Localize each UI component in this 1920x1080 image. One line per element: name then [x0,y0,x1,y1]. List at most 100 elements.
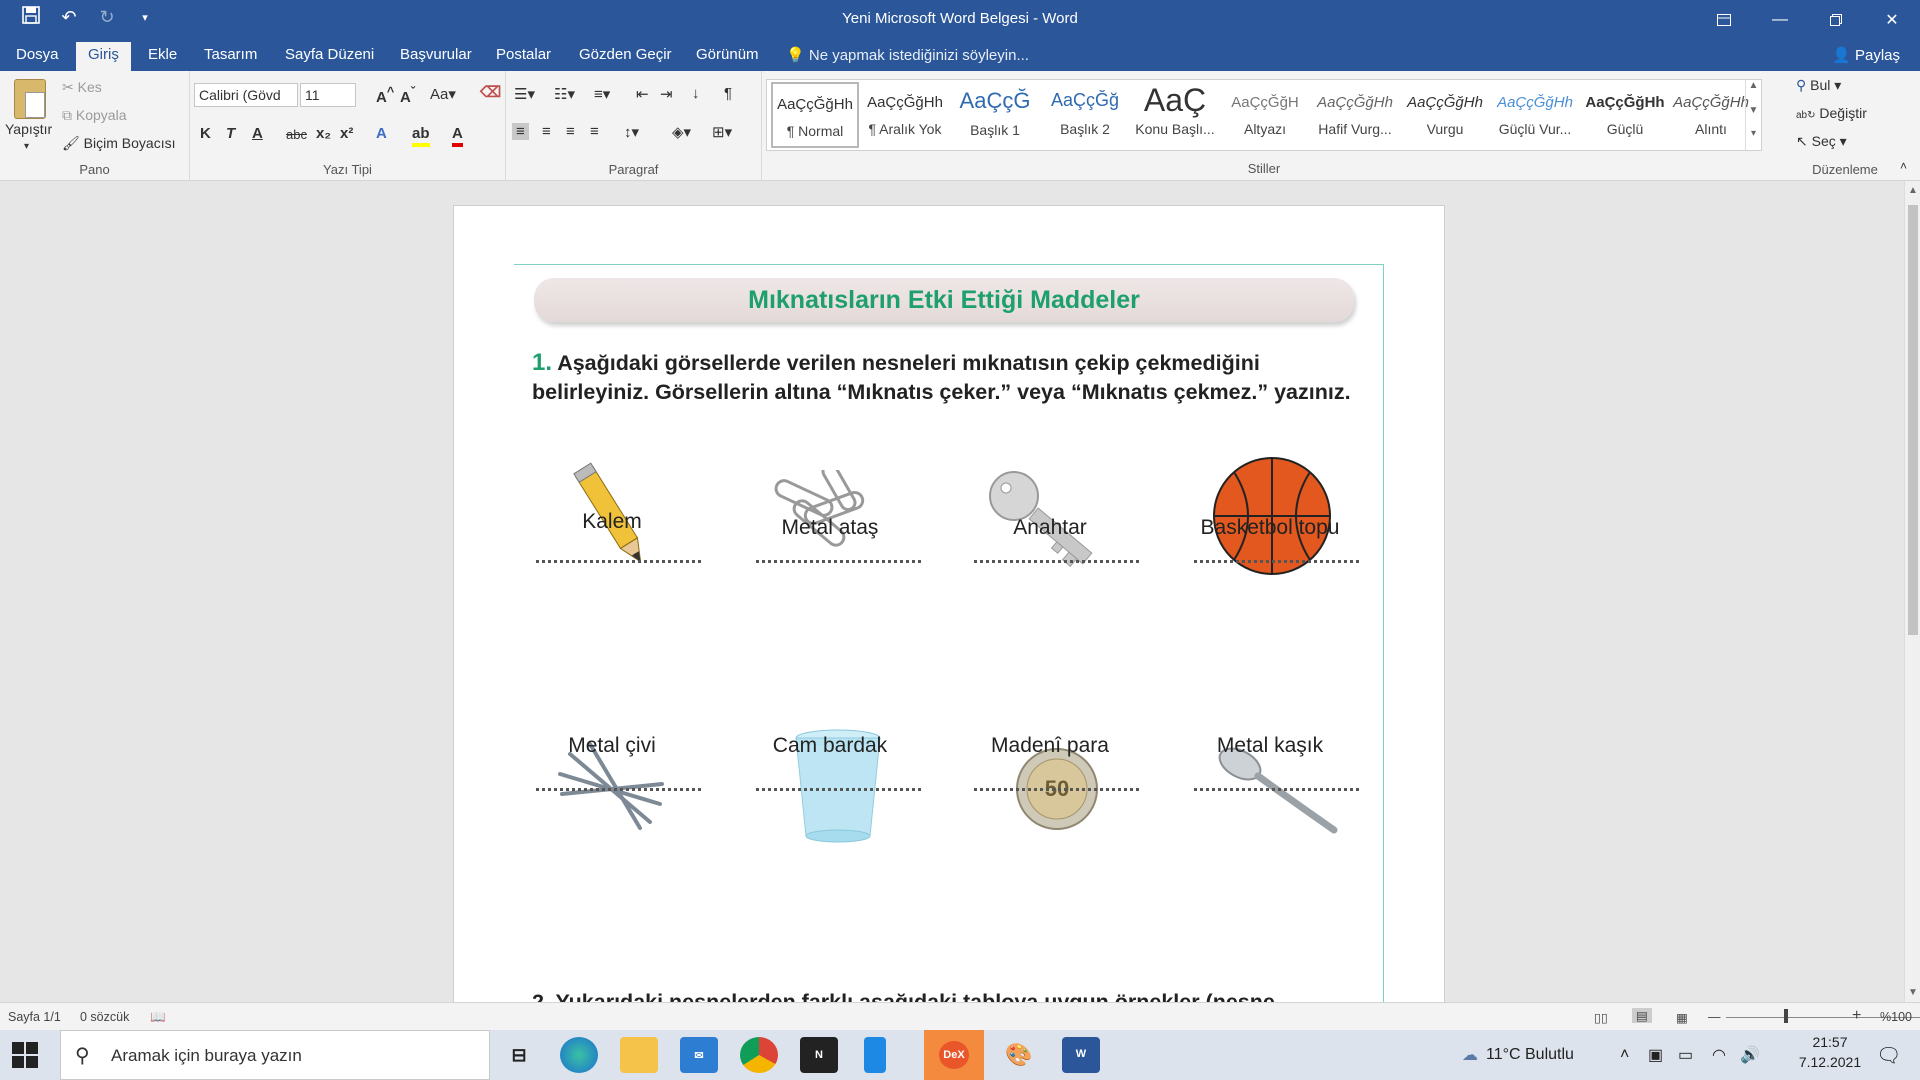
edge-icon[interactable] [560,1037,598,1073]
replace-button[interactable]: ab↻ Değiştir [1796,105,1867,121]
notion-icon[interactable]: N [800,1037,838,1073]
print-layout-icon[interactable]: ▤ [1632,1008,1652,1023]
ribbon-display-icon[interactable] [1696,0,1752,40]
tab-references[interactable]: Başvurular [400,46,472,63]
subscript-button[interactable]: x₂ [316,125,331,142]
style-strong[interactable]: AaÇçĞğHh Güçlü [1581,82,1669,148]
numbering-icon[interactable]: ☷▾ [554,85,575,103]
minimize-icon[interactable]: — [1752,0,1808,40]
tab-mailings[interactable]: Postalar [496,46,551,63]
font-color-icon[interactable]: A [452,125,463,147]
answer-line-1[interactable] [536,560,701,563]
mail-icon[interactable]: ✉ [680,1037,718,1073]
zoom-out-icon[interactable]: — [1708,1010,1721,1024]
tab-home[interactable]: Giriş [76,42,131,71]
zoom-in-icon[interactable]: + [1852,1007,1861,1025]
taskbar-search[interactable]: ⚲ Aramak için buraya yazın [60,1030,490,1080]
style-heading-2[interactable]: AaÇçĞğ Başlık 2 [1041,82,1129,148]
tab-insert[interactable]: Ekle [148,46,177,63]
file-explorer-icon[interactable] [620,1037,658,1073]
tell-me-box[interactable]: 💡 Ne yapmak istediğinizi söyleyin... [786,46,1029,64]
paste-icon[interactable] [14,79,46,119]
justify-icon[interactable]: ≡ [590,123,599,140]
increase-indent-icon[interactable]: ⇥ [660,85,673,103]
volume-icon[interactable]: 🔊 [1740,1030,1760,1080]
highlight-icon[interactable]: ab [412,125,430,147]
word-count[interactable]: 0 sözcük [80,1010,129,1024]
decrease-indent-icon[interactable]: ⇤ [636,85,649,103]
style-subtle-emphasis[interactable]: AaÇçĞğHh Hafif Vurg... [1311,82,1399,148]
superscript-button[interactable]: x² [340,125,353,142]
underline-button[interactable]: A [252,125,263,142]
share-button[interactable]: 👤 Paylaş [1826,44,1906,66]
bold-button[interactable]: K [200,125,211,142]
show-marks-icon[interactable]: ¶ [724,85,732,102]
format-painter-button[interactable]: 🖌 Biçim Boyacısı [62,135,175,152]
tab-review[interactable]: Gözden Geçir [579,46,672,63]
proofing-icon[interactable]: 📖 [150,1010,166,1025]
italic-button[interactable]: T [226,125,235,142]
text-effects-icon[interactable]: A [376,125,387,142]
word-taskbar-icon[interactable]: W [1062,1037,1100,1073]
chrome-icon[interactable] [740,1037,778,1073]
style-subtitle[interactable]: AaÇçĞğH Altyazı [1221,82,1309,148]
sort-icon[interactable]: ↓ [692,85,700,102]
font-name-combo[interactable]: Calibri (Gövd [194,83,298,107]
shrink-font-icon[interactable]: Aˇ [400,85,415,106]
style-title[interactable]: AaÇ Konu Başlı... [1131,82,1219,148]
paste-dropdown-icon[interactable]: ▾ [24,141,29,152]
collapse-ribbon-icon[interactable]: ˄ [1900,159,1907,173]
line-spacing-icon[interactable]: ↕▾ [624,123,639,141]
weather-widget[interactable]: ☁ 11°C Bulutlu [1462,1030,1574,1080]
tab-design[interactable]: Tasarım [204,46,257,63]
style-heading-1[interactable]: AaÇçĞ Başlık 1 [951,82,1039,148]
style-emphasis[interactable]: AaÇçĞğHh Vurgu [1401,82,1489,148]
answer-line-2[interactable] [756,560,921,563]
wifi-icon[interactable]: ◠ [1712,1030,1726,1080]
answer-line-4[interactable] [1194,560,1359,563]
task-view-icon[interactable]: ⊟ [500,1037,538,1073]
zoom-slider-thumb[interactable] [1784,1009,1788,1023]
change-case-button[interactable]: Aa▾ [430,85,456,103]
document-page[interactable]: Mıknatısların Etki Ettiği Maddeler 1. Aş… [453,205,1445,1002]
shading-icon[interactable]: ◈▾ [672,123,691,141]
answer-line-3[interactable] [974,560,1139,563]
align-left-icon[interactable]: ≡ [512,123,529,140]
page-count[interactable]: Sayfa 1/1 [8,1010,61,1024]
style-quote[interactable]: AaÇçĞğHh Alıntı [1667,82,1755,148]
answer-line-5[interactable] [536,788,701,791]
multilevel-list-icon[interactable]: ≡▾ [594,85,610,103]
cut-button[interactable]: ✂ Kes [62,79,102,96]
tray-chevron-icon[interactable]: ˄ [1620,1030,1629,1080]
zoom-level[interactable]: %100 [1880,1010,1912,1024]
copy-button[interactable]: ⧉ Kopyala [62,107,126,124]
chevron-down-icon[interactable]: ▼ [1746,105,1761,116]
style-intense-emphasis[interactable]: AaÇçĞğHh Güçlü Vur... [1491,82,1579,148]
phone-icon[interactable] [864,1037,886,1073]
clear-format-icon[interactable]: ⌫ [480,83,501,101]
bullets-icon[interactable]: ☰▾ [514,85,535,103]
tab-file[interactable]: Dosya [16,46,59,63]
scroll-down-icon[interactable]: ▼ [1905,987,1920,998]
tab-view[interactable]: Görünüm [696,46,759,63]
meet-icon[interactable]: ▣ [1648,1030,1663,1080]
more-styles-icon[interactable]: ▾ [1746,128,1761,139]
align-center-icon[interactable]: ≡ [542,123,551,140]
paste-button[interactable]: Yapıştır [5,121,52,137]
notifications-icon[interactable]: 🗨 [1876,1030,1901,1080]
align-right-icon[interactable]: ≡ [566,123,575,140]
restore-icon[interactable] [1808,0,1864,40]
style-normal[interactable]: AaÇçĞğHh ¶ Normal [771,82,859,148]
font-size-combo[interactable]: 11 [300,83,356,107]
scrollbar-thumb[interactable] [1908,205,1918,635]
battery-icon[interactable]: ▭ [1678,1030,1693,1080]
grow-font-icon[interactable]: A^ [376,85,394,106]
borders-icon[interactable]: ⊞▾ [712,123,732,141]
windows-start-icon[interactable] [10,1040,40,1070]
find-button[interactable]: ⚲ Bul ▾ [1796,77,1841,94]
style-no-spacing[interactable]: AaÇçĞğHh ¶ Aralık Yok [861,82,949,148]
dex-app[interactable]: DeX [924,1030,984,1080]
answer-line-8[interactable] [1194,788,1359,791]
scroll-up-icon[interactable]: ▲ [1905,185,1920,196]
read-mode-icon[interactable]: ▯▯ [1594,1010,1608,1025]
